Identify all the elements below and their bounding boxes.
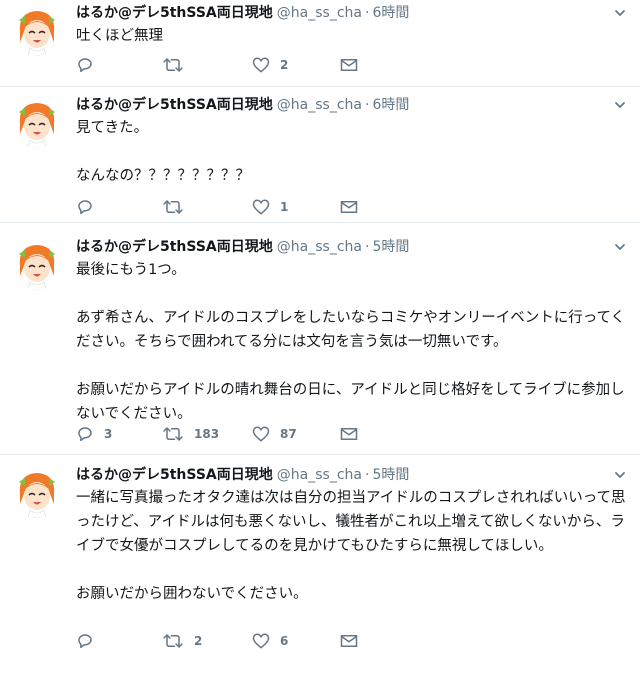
heart-icon xyxy=(252,632,270,650)
like-button[interactable]: 2 xyxy=(252,54,288,76)
reply-icon xyxy=(76,425,94,443)
separator-dot: · xyxy=(364,5,370,21)
separator-dot: · xyxy=(364,239,370,255)
timestamp[interactable]: 6時間 xyxy=(372,97,409,113)
reply-count: 3 xyxy=(104,427,113,441)
chevron-down-icon[interactable] xyxy=(614,466,626,478)
tweet-paragraph: お願いだからアイドルの晴れ舞台の日に、アイドルと同じ格好をしてライブに参加しない… xyxy=(76,382,625,422)
chevron-down-icon[interactable] xyxy=(614,238,626,250)
heart-icon xyxy=(252,198,270,216)
heart-icon xyxy=(252,56,270,74)
tweet-text: 見てきた。 なんなの？？？？？？？？ xyxy=(76,116,632,188)
tweet-header: はるか@デレ5thSSA両日現地 @ha_ss_cha · 5時間 xyxy=(76,236,409,258)
retweet-icon xyxy=(162,56,184,74)
retweet-button[interactable]: 183 xyxy=(162,423,219,445)
retweet-count: 2 xyxy=(194,634,203,648)
reply-icon xyxy=(76,198,94,216)
direct-message-button[interactable] xyxy=(340,196,358,218)
retweet-button[interactable] xyxy=(162,196,194,218)
tweet-paragraph: 吐くほど無理 xyxy=(76,28,163,44)
tweet-paragraph: 一緒に写真撮ったオタク達は次は自分の担当アイドルのコスプレされればいいって思った… xyxy=(76,490,626,554)
retweet-icon xyxy=(162,632,184,650)
heart-icon xyxy=(252,425,270,443)
like-count: 2 xyxy=(280,58,289,72)
display-name[interactable]: はるか@デレ5thSSA両日現地 xyxy=(76,97,273,113)
reply-icon xyxy=(76,632,94,650)
retweet-button[interactable] xyxy=(162,54,194,76)
tweet-3[interactable]: はるか@デレ5thSSA両日現地 @ha_ss_cha · 5時間 最後にもう1つ。 … xyxy=(0,234,640,455)
tweet-2[interactable]: はるか@デレ5thSSA両日現地 @ha_ss_cha · 6時間 見てきた。 なんな… xyxy=(0,92,640,223)
avatar[interactable] xyxy=(10,464,64,518)
tweet-text: 最後にもう1つ。 あず希さん、アイドルのコスプレをしたいならコミケやオンリーイベ… xyxy=(76,258,632,426)
reply-button[interactable] xyxy=(76,54,104,76)
reply-button[interactable]: 3 xyxy=(76,423,112,445)
envelope-icon xyxy=(340,199,358,215)
tweet-header: はるか@デレ5thSSA両日現地 @ha_ss_cha · 6時間 xyxy=(76,2,409,24)
timestamp[interactable]: 6時間 xyxy=(372,5,409,21)
user-handle[interactable]: @ha_ss_cha xyxy=(277,467,362,483)
tweet-4[interactable]: はるか@デレ5thSSA両日現地 @ha_ss_cha · 5時間 一緒に写真撮ったオ… xyxy=(0,462,640,698)
reply-button[interactable] xyxy=(76,196,104,218)
timestamp[interactable]: 5時間 xyxy=(372,467,409,483)
like-button[interactable]: 1 xyxy=(252,196,288,218)
envelope-icon xyxy=(340,57,358,73)
reply-button[interactable] xyxy=(76,630,104,652)
envelope-icon xyxy=(340,426,358,442)
envelope-icon xyxy=(340,633,358,649)
tweet-paragraph: 最後にもう1つ。 xyxy=(76,262,186,278)
tweet-actions: 3 183 87 xyxy=(76,423,436,445)
tweet-text: 吐くほど無理 xyxy=(76,24,632,48)
like-count: 87 xyxy=(280,427,297,441)
retweet-icon xyxy=(162,425,184,443)
tweet-actions: 1 xyxy=(76,196,436,218)
avatar[interactable] xyxy=(10,2,64,56)
tweet-header: はるか@デレ5thSSA両日現地 @ha_ss_cha · 5時間 xyxy=(76,464,409,486)
tweet-paragraph: 見てきた。 xyxy=(76,120,149,136)
tweet-text: 一緒に写真撮ったオタク達は次は自分の担当アイドルのコスプレされればいいって思った… xyxy=(76,486,632,606)
like-count: 6 xyxy=(280,634,289,648)
direct-message-button[interactable] xyxy=(340,54,358,76)
reply-icon xyxy=(76,56,94,74)
display-name[interactable]: はるか@デレ5thSSA両日現地 xyxy=(76,239,273,255)
timestamp[interactable]: 5時間 xyxy=(372,239,409,255)
tweet-actions: 26 xyxy=(76,630,436,652)
tweet-paragraph: なんなの？？？？？？？？ xyxy=(76,168,250,184)
like-button[interactable]: 87 xyxy=(252,423,297,445)
retweet-icon xyxy=(162,198,184,216)
avatar[interactable] xyxy=(10,94,64,148)
retweet-button[interactable]: 2 xyxy=(162,630,202,652)
tweet-1[interactable]: はるか@デレ5thSSA両日現地 @ha_ss_cha · 6時間 吐くほど無理 2 xyxy=(0,0,640,87)
retweet-count: 183 xyxy=(194,427,220,441)
direct-message-button[interactable] xyxy=(340,630,358,652)
user-handle[interactable]: @ha_ss_cha xyxy=(277,239,362,255)
like-button[interactable]: 6 xyxy=(252,630,288,652)
avatar[interactable] xyxy=(10,236,64,290)
separator-dot: · xyxy=(364,467,370,483)
tweet-header: はるか@デレ5thSSA両日現地 @ha_ss_cha · 6時間 xyxy=(76,94,409,116)
tweet-paragraph: あず希さん、アイドルのコスプレをしたいならコミケやオンリーイベントに行ってくださ… xyxy=(76,310,626,350)
tweet-actions: 2 xyxy=(76,54,436,76)
display-name[interactable]: はるか@デレ5thSSA両日現地 xyxy=(76,5,273,21)
display-name[interactable]: はるか@デレ5thSSA両日現地 xyxy=(76,467,273,483)
direct-message-button[interactable] xyxy=(340,423,358,445)
like-count: 1 xyxy=(280,200,289,214)
user-handle[interactable]: @ha_ss_cha xyxy=(277,5,362,21)
tweet-paragraph: お願いだから囲わないでください。 xyxy=(76,586,308,602)
user-handle[interactable]: @ha_ss_cha xyxy=(277,97,362,113)
chevron-down-icon[interactable] xyxy=(614,96,626,108)
chevron-down-icon[interactable] xyxy=(614,4,626,16)
separator-dot: · xyxy=(364,97,370,113)
